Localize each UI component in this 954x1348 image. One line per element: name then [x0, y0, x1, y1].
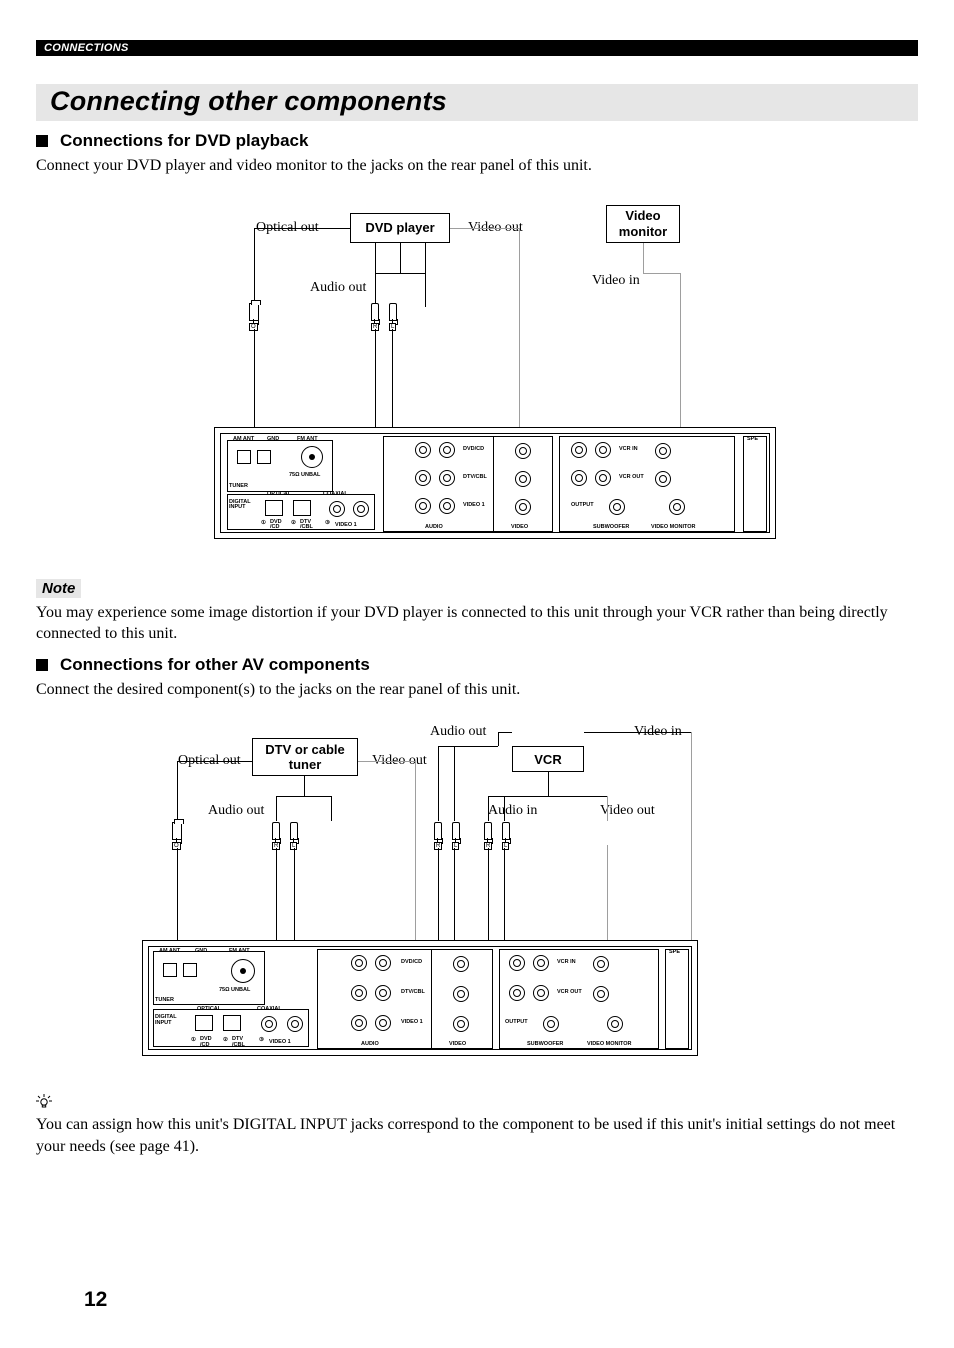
video1-label: VIDEO 1	[463, 502, 485, 508]
unbal-label: 75Ω UNBAL	[219, 987, 250, 993]
spe-label: SPE	[747, 436, 758, 442]
audio-out-vcr-label: Audio out	[430, 724, 486, 740]
digital-input-label: DIGITAL INPUT	[155, 1015, 177, 1026]
subwoofer-label: SUBWOOFER	[593, 524, 629, 530]
note-text: You may experience some image distortion…	[36, 602, 918, 645]
audio-out-dtv-label: Audio out	[208, 803, 264, 819]
diagram-dvd-playback: DVD player Optical out Video out Video m…	[36, 187, 918, 567]
audio-out-label: Audio out	[310, 280, 366, 296]
rca-plug-icon	[272, 822, 280, 840]
square-bullet-icon	[36, 659, 48, 671]
rca-plug-icon	[484, 822, 492, 840]
rca-plug-icon	[434, 822, 442, 840]
video-label: VIDEO	[511, 524, 528, 530]
am-ant-label: AM ANT	[233, 436, 254, 442]
num1-label: DVD /CD	[270, 520, 282, 531]
unbal-label: 75Ω UNBAL	[289, 472, 320, 478]
video-monitor-label: VIDEO MONITOR	[651, 524, 696, 530]
optical-label: OPTICAL	[267, 491, 291, 497]
dtvcbl-label: DTV/CBL	[463, 474, 487, 480]
subheading-av-text: Connections for other AV components	[60, 655, 370, 675]
intro-text-1: Connect your DVD player and video monito…	[36, 155, 918, 177]
title-band: Connecting other components	[36, 84, 918, 121]
video-out-vcr-label: Video out	[600, 803, 655, 819]
tuner-label: TUNER	[155, 997, 174, 1003]
header-section-bar: CONNECTIONS	[36, 40, 918, 56]
dvd-player-box: DVD player	[350, 213, 450, 243]
hint-icon	[36, 1094, 918, 1112]
video-in-label: Video in	[592, 273, 640, 289]
vcr-out-label: VCR OUT	[619, 474, 644, 480]
tuner-label: TUNER	[229, 483, 248, 489]
audio-in-label: Audio in	[488, 803, 537, 819]
fm-ant-label: FM ANT	[297, 436, 318, 442]
rca-plug-icon	[371, 303, 379, 321]
rear-panel: AM ANT GND FM ANT 75Ω UNBAL TUNER DIGITA…	[214, 427, 776, 539]
audio-label: AUDIO	[361, 1041, 379, 1047]
optical-label: OPTICAL	[197, 1006, 221, 1012]
rca-plug-icon	[389, 303, 397, 321]
audio-label: AUDIO	[425, 524, 443, 530]
square-bullet-icon	[36, 135, 48, 147]
dvdcd-label: DVD/CD	[463, 446, 484, 452]
num2-label: DTV /CBL	[300, 520, 313, 531]
video-monitor-label: VIDEO MONITOR	[587, 1041, 632, 1047]
diagram-av-components: Optical out DTV or cable tuner Video out…	[36, 710, 918, 1080]
gnd-label: GND	[267, 436, 279, 442]
vcr-in-label: VCR IN	[557, 959, 576, 965]
note-label: Note	[36, 579, 81, 598]
dvdcd-label: DVD/CD	[401, 959, 422, 965]
dtv-box: DTV or cable tuner	[252, 738, 358, 776]
page-number: 12	[84, 1288, 107, 1312]
rca-plug-icon	[452, 822, 460, 840]
vcr-box: VCR	[512, 746, 584, 772]
output-label: OUTPUT	[505, 1019, 528, 1025]
spe-label: SPE	[669, 949, 680, 955]
rca-plug-icon	[502, 822, 510, 840]
num1-label: DVD /CD	[200, 1037, 212, 1048]
subwoofer-label: SUBWOOFER	[527, 1041, 563, 1047]
output-label: OUTPUT	[571, 502, 594, 508]
gnd-label: GND	[195, 948, 207, 954]
optical-plug-icon	[249, 303, 259, 321]
am-ant-label: AM ANT	[159, 948, 180, 954]
video-label: VIDEO	[449, 1041, 466, 1047]
dtvcbl-label: DTV/CBL	[401, 989, 425, 995]
page-title: Connecting other components	[50, 86, 904, 117]
rca-plug-icon	[290, 822, 298, 840]
vcr-in-label: VCR IN	[619, 446, 638, 452]
coaxial-label: COAXIAL	[323, 491, 348, 497]
subheading-dvd-text: Connections for DVD playback	[60, 131, 308, 151]
coaxial-label: COAXIAL	[257, 1006, 282, 1012]
rear-panel-2: AM ANT GND FM ANT 75Ω UNBAL TUNER DIGITA…	[142, 940, 698, 1056]
digital-input-label: DIGITAL INPUT	[229, 500, 251, 511]
num3-label: VIDEO 1	[269, 1039, 291, 1045]
subheading-dvd: Connections for DVD playback	[36, 131, 918, 151]
optical-plug-icon	[172, 822, 182, 840]
fm-ant-label: FM ANT	[229, 948, 250, 954]
num2-label: DTV /CBL	[232, 1037, 245, 1048]
video1-label: VIDEO 1	[401, 1019, 423, 1025]
num3-label: VIDEO 1	[335, 522, 357, 528]
video-monitor-box: Video monitor	[606, 205, 680, 243]
subheading-av: Connections for other AV components	[36, 655, 918, 675]
hint-text: You can assign how this unit's DIGITAL I…	[36, 1114, 918, 1157]
intro-text-2: Connect the desired component(s) to the …	[36, 679, 918, 701]
vcr-out-label: VCR OUT	[557, 989, 582, 995]
